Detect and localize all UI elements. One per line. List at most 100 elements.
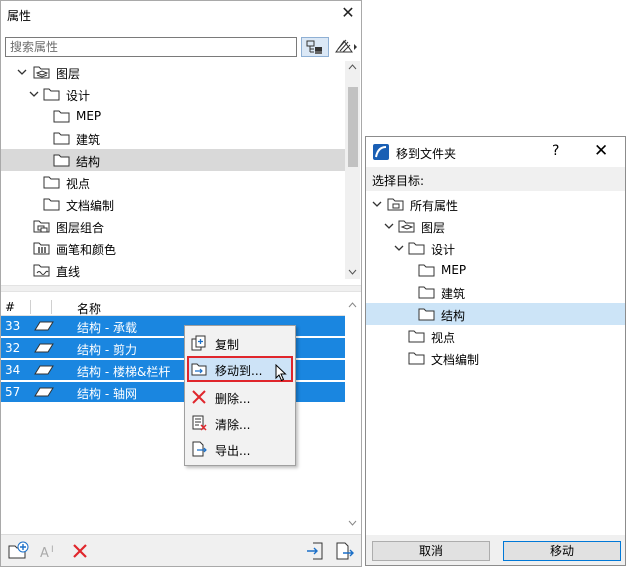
list-header: # 名称 [1, 298, 345, 316]
target-item-structure[interactable]: 结构 [366, 303, 625, 325]
tree-item-line-types[interactable]: 直线 [1, 259, 345, 279]
target-item-architecture[interactable]: 建筑 [366, 281, 625, 303]
target-item-documentation[interactable]: 文档编制 [366, 347, 625, 369]
row-name: 结构 - 轴网 [77, 387, 137, 401]
layer-icon [34, 365, 54, 375]
cancel-button[interactable]: 取消 [372, 541, 490, 561]
tree-item-layer-combinations[interactable]: 图层组合 [1, 215, 345, 237]
target-item-viewpoints[interactable]: 视点 [366, 325, 625, 347]
scroll-thumb[interactable] [348, 87, 358, 167]
chevron-down-icon[interactable] [372, 199, 382, 209]
scroll-up-arrow-icon[interactable] [348, 64, 357, 70]
bottom-toolbar: AI [1, 534, 361, 566]
help-button[interactable]: ? [552, 143, 559, 159]
chevron-down-icon[interactable] [17, 67, 27, 77]
layer-combination-icon [33, 220, 50, 233]
tree-item-mep[interactable]: MEP [1, 105, 345, 127]
scroll-up-arrow-icon[interactable] [348, 302, 357, 308]
menu-item-label: 清除... [215, 418, 251, 432]
target-folder-tree: 所有属性 图层 设计 MEP 建筑 结构 视点 文档编制 [366, 191, 625, 535]
folder-icon [43, 198, 60, 211]
tree-view-button[interactable] [301, 37, 329, 57]
svg-text:I: I [51, 545, 54, 555]
row-name: 结构 - 剪力 [77, 343, 137, 357]
svg-text:A: A [40, 546, 49, 561]
folder-icon [418, 308, 435, 321]
target-item-design[interactable]: 设计 [366, 237, 625, 259]
rename-icon[interactable]: AI [39, 540, 61, 562]
filter-button[interactable] [333, 37, 359, 57]
tree-item-label: MEP [76, 109, 102, 123]
layers-folder-icon [398, 220, 415, 233]
target-item-layers[interactable]: 图层 [366, 215, 625, 237]
tree-item-viewpoints[interactable]: 视点 [1, 171, 345, 193]
column-header-name[interactable]: 名称 [77, 300, 101, 317]
tree-item-label: 图层组合 [56, 221, 105, 235]
delete-x-icon [192, 390, 206, 404]
menu-item-label: 导出... [215, 444, 251, 458]
chevron-down-icon[interactable] [29, 89, 39, 99]
delete-icon[interactable] [69, 540, 91, 562]
search-input[interactable] [6, 38, 296, 56]
tree-item-label: 文档编制 [431, 353, 480, 367]
menu-item-label: 移动到... [215, 364, 263, 378]
tree-item-label: 视点 [431, 331, 456, 345]
tree-item-label: 直线 [56, 265, 81, 279]
target-item-mep[interactable]: MEP [366, 259, 625, 281]
line-type-icon [33, 264, 50, 277]
dialog-titlebar[interactable]: 移到文件夹 ? ✕ [366, 137, 625, 167]
menu-item-export[interactable]: 导出... [187, 436, 293, 462]
layers-folder-icon [33, 66, 50, 79]
chevron-down-icon[interactable] [384, 221, 394, 231]
export-icon[interactable] [333, 540, 355, 562]
tree-item-label: 所有属性 [410, 199, 459, 213]
column-divider [30, 300, 31, 314]
scroll-down-arrow-icon[interactable] [348, 269, 357, 275]
move-to-folder-icon [191, 363, 207, 376]
tree-item-label: 结构 [76, 155, 101, 169]
close-icon[interactable]: ✕ [594, 141, 608, 161]
tree-item-label: 图层 [421, 221, 446, 235]
column-header-number[interactable]: # [5, 300, 15, 314]
folder-icon [408, 242, 425, 255]
tree-item-label: 画笔和颜色 [56, 243, 117, 257]
tree-item-design[interactable]: 设计 [1, 83, 345, 105]
tree-item-label: 设计 [431, 243, 456, 257]
tree-item-architecture[interactable]: 建筑 [1, 127, 345, 149]
mouse-cursor-icon [275, 364, 287, 382]
menu-item-delete[interactable]: 删除... [187, 384, 293, 410]
import-icon[interactable] [305, 540, 327, 562]
scroll-down-arrow-icon[interactable] [348, 520, 357, 526]
tree-item-layers[interactable]: 图层 [1, 61, 345, 83]
close-icon[interactable]: ✕ [339, 3, 357, 23]
layer-icon [34, 321, 54, 331]
menu-item-duplicate[interactable]: 复制 [187, 330, 293, 356]
folder-icon [53, 132, 70, 145]
folder-icon [53, 154, 70, 167]
tree-item-label: 视点 [66, 177, 91, 191]
list-scrollbar[interactable] [345, 298, 360, 532]
folder-icon [408, 330, 425, 343]
pane-splitter[interactable] [1, 285, 361, 292]
row-name: 结构 - 承载 [77, 321, 137, 335]
target-item-all-attributes[interactable]: 所有属性 [366, 193, 625, 215]
row-number: 32 [5, 341, 21, 355]
tree-item-structure[interactable]: 结构 [1, 149, 345, 171]
layer-icon [34, 387, 54, 397]
row-name: 结构 - 楼梯&栏杆 [77, 365, 171, 379]
menu-item-move-to[interactable]: 移动到... [187, 356, 293, 382]
menu-item-purge[interactable]: 清除... [187, 410, 293, 436]
tree-item-documentation[interactable]: 文档编制 [1, 193, 345, 215]
folder-icon [418, 264, 435, 277]
app-logo-icon [373, 144, 389, 160]
row-number: 57 [5, 385, 21, 399]
new-folder-icon[interactable] [7, 540, 29, 562]
row-number: 33 [5, 319, 21, 333]
folder-icon [53, 110, 70, 123]
move-button[interactable]: 移动 [503, 541, 621, 561]
search-box [5, 37, 297, 57]
tree-item-pens-colors[interactable]: 画笔和颜色 [1, 237, 345, 259]
tree-item-label: 图层 [56, 67, 81, 81]
all-attributes-folder-icon [387, 198, 404, 211]
chevron-down-icon[interactable] [394, 243, 404, 253]
